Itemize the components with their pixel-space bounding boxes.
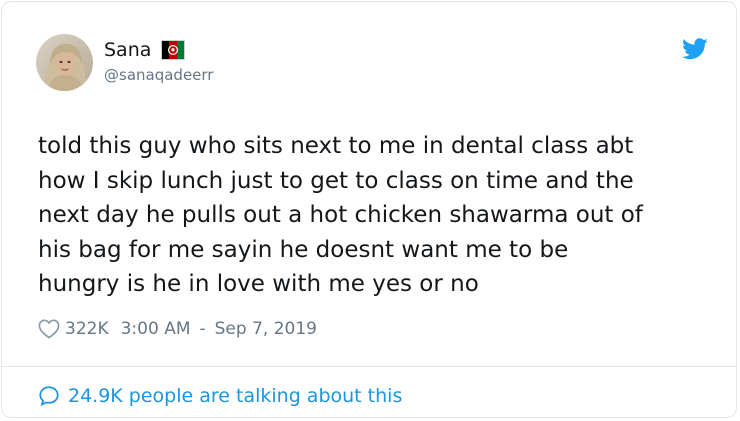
heart-outline-icon[interactable] [38,319,60,339]
user-avatar-image [36,34,93,91]
tweet-date[interactable]: Sep 7, 2019 [215,319,317,339]
tweet-meta-row: 322K 3:00 AM - Sep 7, 2019 [38,316,317,342]
author-name-row: Sana [104,38,186,62]
tweet-time[interactable]: 3:00 AM [121,319,191,339]
author-handle[interactable]: @sanaqadeerr [104,66,213,84]
author-name[interactable]: Sana [104,39,151,61]
twitter-bird-icon[interactable] [682,38,708,60]
avatar[interactable] [36,34,93,91]
divider [2,366,736,367]
conversation-text: 24.9K people are talking about this [68,385,403,407]
like-count[interactable]: 322K [65,319,109,339]
conversation-link[interactable]: 24.9K people are talking about this [38,383,402,409]
afghanistan-flag-icon [161,40,186,60]
tweet-card: Sana @sanaqadeerr told this guy who sits… [1,1,737,418]
speech-bubble-icon [38,385,60,407]
tweet-text: told this guy who sits next to me in den… [38,133,643,297]
meta-separator: - [199,319,206,339]
